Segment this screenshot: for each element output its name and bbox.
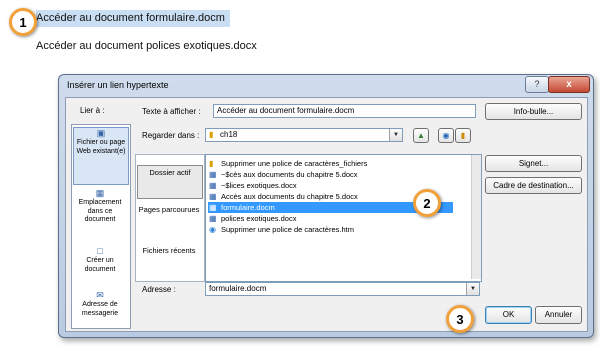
folder-up-icon: ▲ (417, 131, 425, 140)
look-in-value: ch18 (220, 130, 238, 139)
folder-icon: ▮ (209, 130, 214, 139)
email-icon: ✉ (96, 290, 104, 300)
file-name: formulaire.docm (221, 203, 275, 212)
word-doc-icon: ▦ (209, 203, 217, 212)
html-page-icon: ◉ (209, 225, 216, 234)
address-label: Adresse : (142, 285, 176, 294)
text-to-display-input[interactable]: Accéder au document formulaire.docm (213, 104, 476, 118)
step-callout-2: 2 (413, 189, 441, 217)
address-value: formulaire.docm (209, 284, 267, 293)
dialog-titlebar[interactable]: Insérer un lien hypertexte ? x (59, 75, 593, 97)
link-to-email-label: Adresse de messagerie (81, 301, 119, 317)
screentip-button[interactable]: Info-bulle... (485, 103, 582, 120)
file-list: ▮ Supprimer une police de caractères_fic… (205, 154, 482, 282)
word-doc-icon: ▦ (209, 181, 217, 190)
list-item[interactable]: ▦ polices exotiques.docx (208, 213, 296, 224)
file-list-scrollbar[interactable] (471, 155, 481, 279)
dialog-body: Lier à : Texte à afficher : Accéder au d… (65, 97, 588, 332)
text-to-display-label: Texte à afficher : (142, 107, 201, 116)
list-item[interactable]: ▦ ~$cès aux documents du chapitre 5.docx (208, 169, 358, 180)
dialog-title: Insérer un lien hypertexte (67, 80, 169, 90)
file-name: polices exotiques.docx (221, 214, 297, 223)
browse-web-button[interactable]: ◉ (438, 128, 454, 143)
word-doc-icon: ▦ (209, 214, 217, 223)
step-callout-1: 1 (9, 8, 37, 36)
new-document-icon: □ (97, 246, 103, 256)
globe-search-icon: ◉ (442, 131, 450, 140)
link-to-place-in-document[interactable]: ▦ Emplacement dans ce document (73, 188, 127, 236)
list-item[interactable]: ▦ Accès aux documents du chapitre 5.docx (208, 191, 358, 202)
link-to-new-document[interactable]: □ Créer un document (73, 246, 127, 281)
step-callout-3: 3 (446, 305, 474, 333)
document-hyperlink-text-selected[interactable]: Accéder au document formulaire.docm (36, 10, 230, 27)
help-button[interactable]: ? (525, 76, 549, 93)
link-to-label: Lier à : (80, 106, 105, 115)
chevron-down-icon[interactable]: ▼ (389, 129, 402, 141)
bookmark-button[interactable]: Signet... (485, 155, 582, 172)
insert-hyperlink-dialog: Insérer un lien hypertexte ? x Lier à : … (58, 74, 594, 338)
tab-current-folder[interactable]: Dossier actif (137, 165, 203, 199)
web-page-icon: ▣ (96, 128, 106, 138)
file-name: Accès aux documents du chapitre 5.docx (221, 192, 358, 201)
cancel-button[interactable]: Annuler (535, 306, 582, 324)
file-name: Supprimer une police de caractères.htm (221, 225, 354, 234)
list-item[interactable]: ▮ Supprimer une police de caractères_fic… (208, 158, 367, 169)
link-to-existing-file[interactable]: ▣ Fichier ou page Web existant(e) (73, 127, 129, 185)
tab-recent-files[interactable]: Fichiers récents (137, 246, 201, 268)
link-to-email-address[interactable]: ✉ Adresse de messagerie (73, 290, 127, 325)
target-frame-button[interactable]: Cadre de destination... (485, 177, 582, 194)
address-input[interactable]: formulaire.docm ▼ (205, 282, 480, 296)
chevron-down-icon[interactable]: ▼ (466, 283, 479, 295)
list-item[interactable]: ▦ ~$lices exotiques.docx (208, 180, 297, 191)
file-name: Supprimer une police de caractères_fichi… (221, 159, 368, 168)
look-in-label: Regarder dans : (142, 131, 200, 140)
word-doc-icon: ▦ (209, 170, 217, 179)
look-in-panel: Dossier actif Pages parcourues Fichiers … (135, 154, 205, 282)
link-to-new-document-label: Créer un document (84, 257, 116, 273)
file-name: ~$lices exotiques.docx (221, 181, 297, 190)
link-to-existing-file-label: Fichier ou page Web existant(e) (76, 139, 126, 155)
document-hyperlink-text[interactable]: Accéder au document polices exotiques.do… (36, 38, 257, 54)
close-button[interactable]: x (548, 76, 590, 93)
list-item[interactable]: ◉ Supprimer une police de caractères.htm (208, 224, 354, 235)
word-doc-icon: ▦ (209, 192, 217, 201)
open-folder-icon: ▮ (460, 131, 466, 140)
up-one-folder-button[interactable]: ▲ (413, 128, 429, 143)
document-location-icon: ▦ (95, 188, 105, 198)
ok-button[interactable]: OK (485, 306, 532, 324)
file-name: ~$cès aux documents du chapitre 5.docx (221, 170, 358, 179)
tab-browsed-pages[interactable]: Pages parcourues (137, 205, 201, 227)
look-in-dropdown[interactable]: ▮ ch18 ▼ (205, 128, 403, 142)
folder-icon: ▮ (209, 159, 214, 168)
link-to-panel: ▣ Fichier ou page Web existant(e) ▦ Empl… (71, 124, 131, 329)
link-to-place-label: Emplacement dans ce document (78, 199, 122, 223)
browse-file-button[interactable]: ▮ (455, 128, 471, 143)
